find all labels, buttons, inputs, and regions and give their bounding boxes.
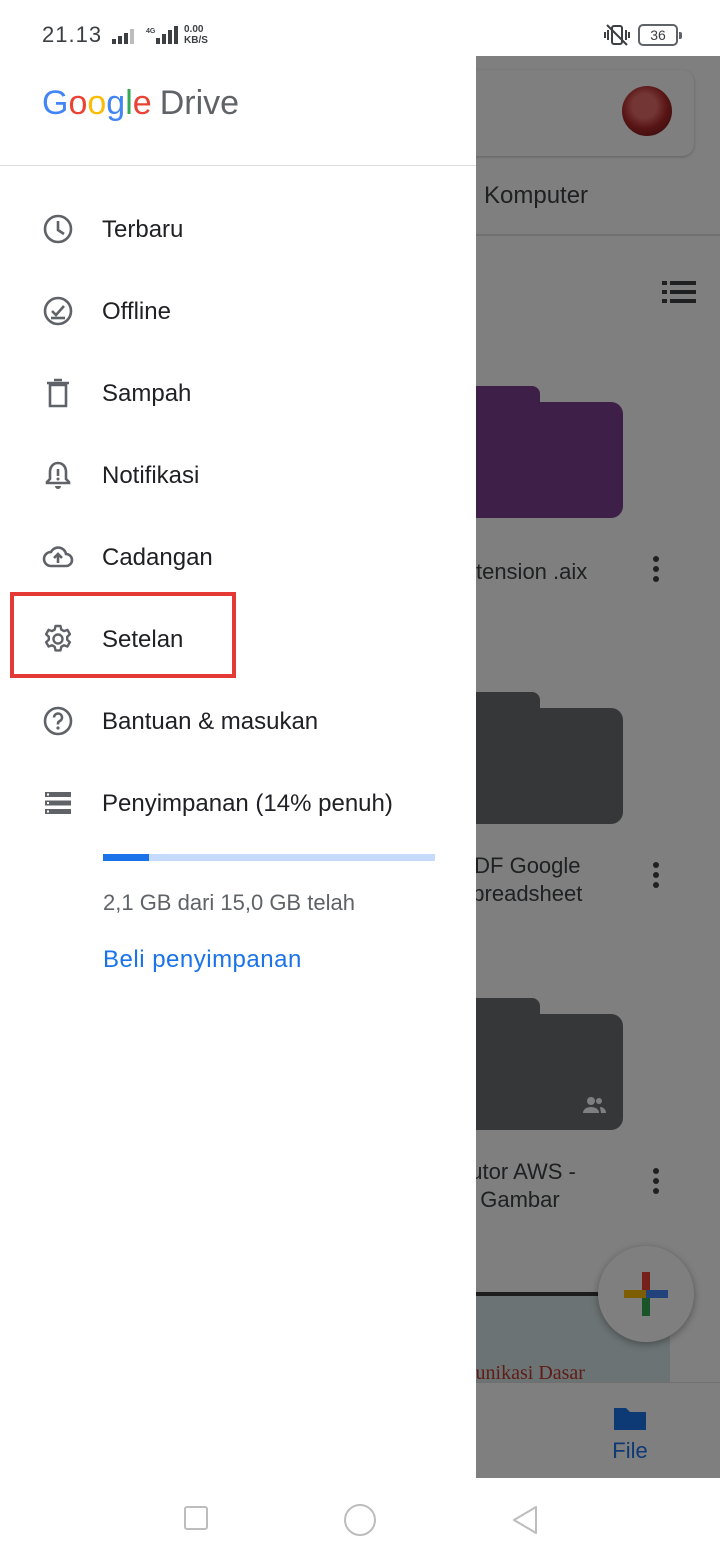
offline-icon: [43, 296, 73, 326]
bell-icon: [45, 461, 71, 489]
drawer-item-trash[interactable]: Sampah: [0, 352, 476, 434]
drawer-item-label: Bantuan & masukan: [102, 708, 319, 735]
drawer-item-notifications[interactable]: Notifikasi: [0, 434, 476, 516]
drawer-item-label: Offline: [102, 298, 171, 325]
system-nav-bar: [0, 1478, 720, 1560]
signal-4g-icon: 4G: [146, 26, 178, 44]
vibrate-off-icon: [604, 24, 630, 46]
drawer-item-storage[interactable]: Penyimpanan (14% penuh): [0, 762, 476, 844]
drawer-item-label: Penyimpanan (14% penuh): [102, 790, 393, 817]
drawer-item-recent[interactable]: Terbaru: [0, 188, 476, 270]
drawer-item-offline[interactable]: Offline: [0, 270, 476, 352]
drawer-item-backups[interactable]: Cadangan: [0, 516, 476, 598]
signal-icon: [112, 29, 134, 44]
clock-icon: [43, 214, 73, 244]
drawer-item-help[interactable]: Bantuan & masukan: [0, 680, 476, 762]
google-drive-logo: Google Drive: [42, 84, 240, 122]
cloud-upload-icon: [42, 546, 74, 568]
drawer-item-label: Cadangan: [102, 544, 213, 571]
drawer-item-label: Sampah: [102, 380, 192, 407]
buy-storage-link[interactable]: Beli penyimpanan: [103, 946, 302, 974]
help-icon: [43, 706, 73, 736]
battery-icon: 36: [638, 24, 682, 46]
drawer-item-label: Terbaru: [102, 216, 184, 243]
screen: Komputer extension .aix PDF Google Sprea…: [0, 0, 720, 1560]
back-button[interactable]: [510, 1504, 540, 1536]
status-bar: 21.13 4G 0.00 KB/S 36: [0, 0, 720, 56]
highlight-box: [10, 592, 236, 678]
drawer-item-label: Notifikasi: [102, 462, 200, 489]
home-button[interactable]: [344, 1504, 376, 1536]
net-speed: 0.00 KB/S: [184, 24, 208, 46]
storage-icon: [45, 792, 71, 814]
drawer-header: Google Drive: [0, 56, 476, 166]
trash-icon: [47, 378, 69, 408]
network-type: 4G: [146, 28, 156, 35]
navigation-drawer: Google Drive Terbaru Offline Sampah Noti…: [0, 56, 476, 1478]
storage-progress-fill: [103, 854, 150, 861]
storage-progress-bar: [103, 854, 435, 861]
recents-button[interactable]: [184, 1506, 208, 1530]
storage-usage-text: 2,1 GB dari 15,0 GB telah: [103, 890, 355, 915]
status-time: 21.13: [42, 22, 103, 47]
